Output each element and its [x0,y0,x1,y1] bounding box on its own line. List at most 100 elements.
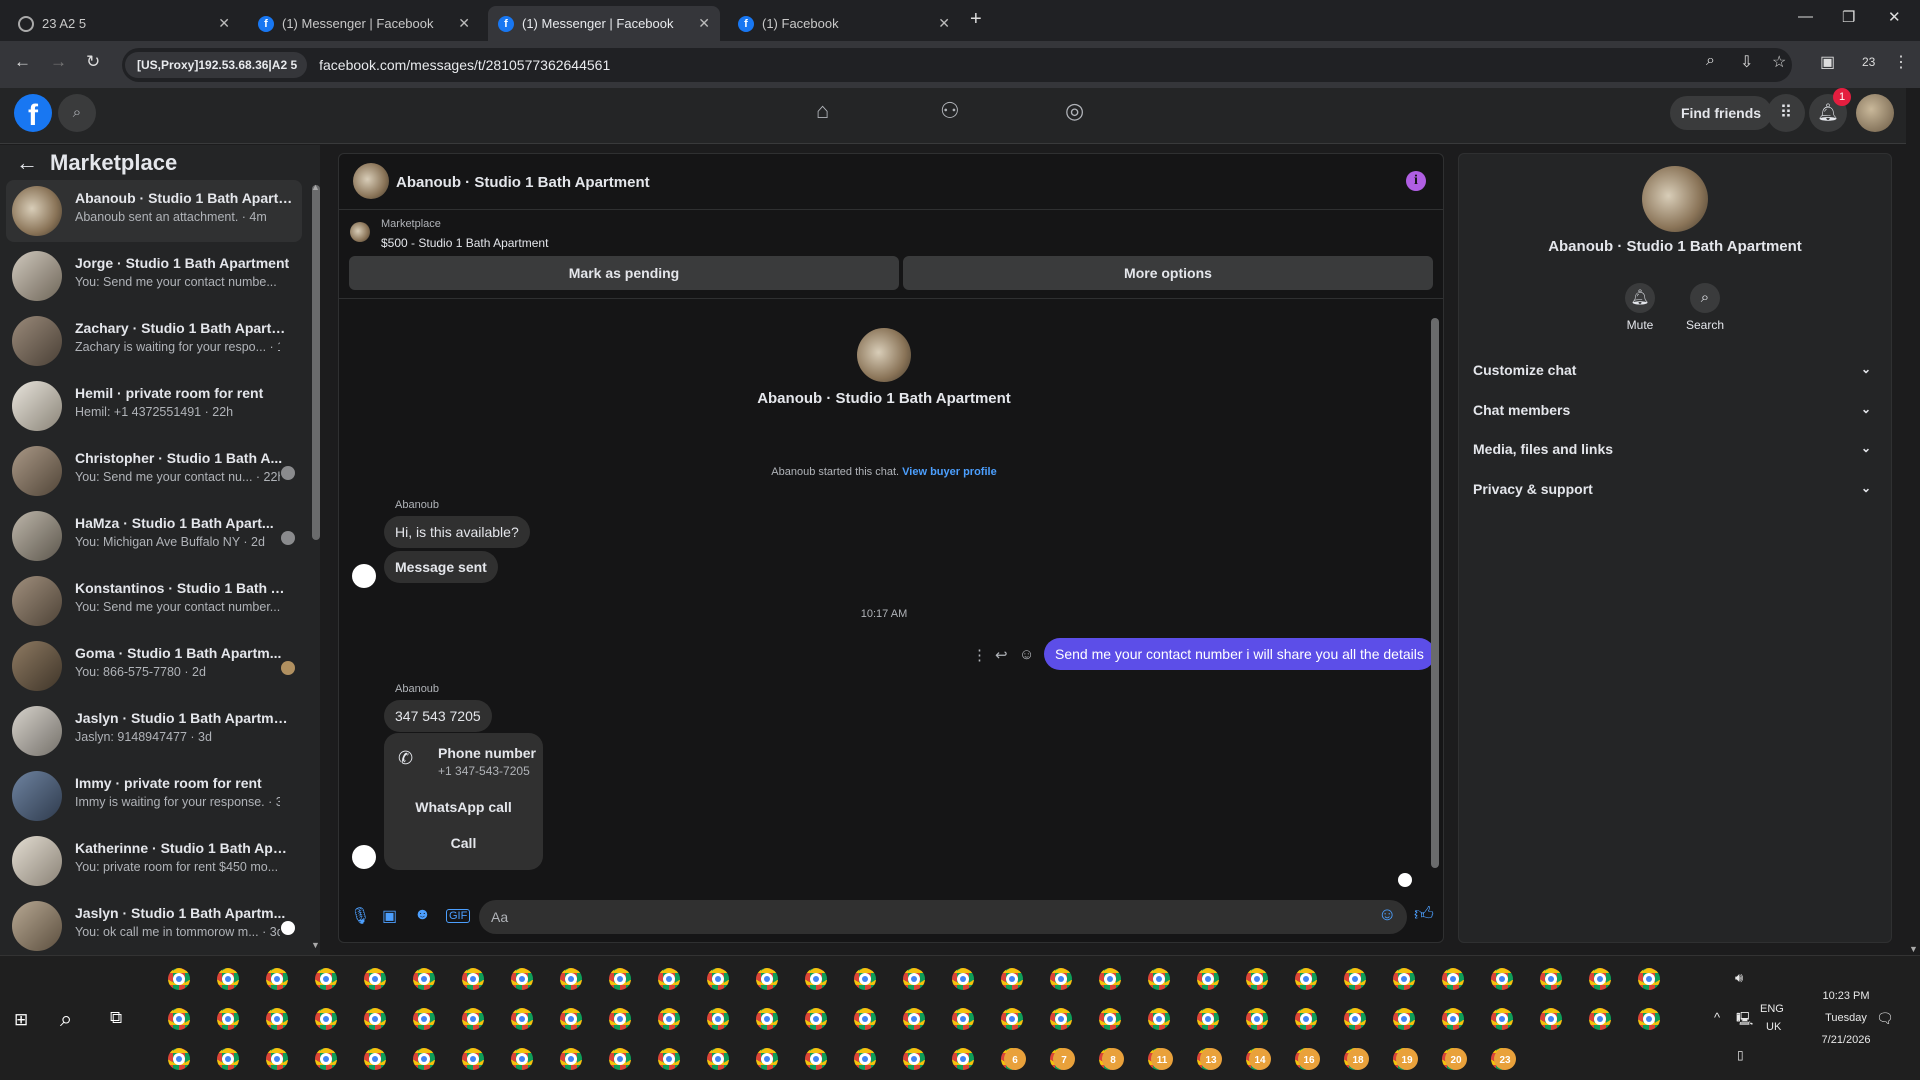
close-tab-icon[interactable]: ✕ [218,15,230,32]
chrome-app-icon[interactable] [266,1008,288,1030]
chrome-app-icon[interactable] [707,1048,729,1070]
network-icon[interactable]: 🖳︎ [1736,1010,1753,1032]
conversation-item[interactable]: Abanoub · Studio 1 Bath Apartm... Abanoub… [6,180,302,242]
task-view-icon[interactable]: ⧉ [110,1008,122,1028]
facebook-logo-icon[interactable]: f [14,94,52,132]
whatsapp-call-button[interactable]: WhatsApp call [384,799,543,815]
chrome-app-icon[interactable] [462,968,484,990]
chrome-app-icon[interactable] [266,968,288,990]
chrome-app-icon[interactable] [854,968,876,990]
install-icon[interactable]: ⇩ [1740,52,1753,72]
numbered-profile-icon[interactable]: 8 [1102,1048,1124,1070]
chrome-app-icon[interactable] [805,1008,827,1030]
reply-icon[interactable]: ↩ [995,646,1008,664]
language-region[interactable]: UK [1766,1021,1781,1033]
address-bar[interactable]: [US,Proxy]192.53.68.36|A2 5 facebook.com… [122,48,1792,82]
numbered-profile-icon[interactable]: 13 [1200,1048,1222,1070]
chrome-app-icon[interactable] [1393,1008,1415,1030]
conversation-item[interactable]: Katherinne · Studio 1 Bath Apart... You: … [6,830,302,892]
chrome-app-icon[interactable] [1050,968,1072,990]
new-tab-icon[interactable]: + [970,8,982,31]
conversation-item[interactable]: HaMza · Studio 1 Bath Apart... You: Michi… [6,505,302,567]
page-scroll-down-icon[interactable]: ▼ [1909,944,1918,954]
customize-chat-section[interactable]: Customize chat ⌄ [1473,362,1881,392]
chrome-app-icon[interactable] [511,1048,533,1070]
search-icon[interactable]: ⌕ [1690,283,1720,313]
numbered-profile-icon[interactable]: 14 [1249,1048,1271,1070]
menu-kebab-icon[interactable]: ⋮ [1893,52,1909,72]
chrome-app-icon[interactable] [1638,1008,1660,1030]
call-button[interactable]: Call [384,835,543,851]
chrome-app-icon[interactable] [1148,1008,1170,1030]
chrome-app-icon[interactable] [756,968,778,990]
avatar[interactable] [1642,166,1708,232]
conversation-item[interactable]: Christopher · Studio 1 Bath A... You: Sen… [6,440,302,502]
chrome-app-icon[interactable] [560,968,582,990]
chrome-app-icon[interactable] [756,1008,778,1030]
search-icon[interactable]: ⌕ [58,94,96,132]
chrome-app-icon[interactable] [217,1048,239,1070]
chrome-app-icon[interactable] [1589,1008,1611,1030]
chrome-app-icon[interactable] [1491,1008,1513,1030]
chrome-app-icon[interactable] [413,1048,435,1070]
chrome-app-icon[interactable] [168,1048,190,1070]
chrome-app-icon[interactable] [1099,968,1121,990]
minimize-icon[interactable]: — [1798,8,1813,25]
chrome-app-icon[interactable] [560,1048,582,1070]
conversation-item[interactable]: Zachary · Studio 1 Bath Apartme... Zachar… [6,310,302,372]
friends-icon[interactable]: ⚇ [940,98,960,124]
find-friends-button[interactable]: Find friends [1670,96,1772,130]
more-kebab-icon[interactable]: ⋮ [972,646,987,664]
chrome-app-icon[interactable] [1491,968,1513,990]
sidebar-scrollbar[interactable] [312,185,320,540]
bookmark-star-icon[interactable]: ☆ [1772,52,1786,72]
windows-start-icon[interactable]: ⊞ [14,1010,28,1030]
listing-thumbnail[interactable] [350,222,370,242]
conversation-item[interactable]: Goma · Studio 1 Bath Apartm... You: 866-5… [6,635,302,697]
avatar[interactable] [1856,94,1894,132]
conversation-item[interactable]: Jaslyn · Studio 1 Bath Apartm... You: ok … [6,895,302,957]
numbered-profile-icon[interactable]: 18 [1347,1048,1369,1070]
chrome-app-icon[interactable] [560,1008,582,1030]
chrome-app-icon[interactable] [952,968,974,990]
chrome-app-icon[interactable] [658,1048,680,1070]
chrome-app-icon[interactable] [903,1008,925,1030]
scroll-up-icon[interactable]: ▲ [311,182,320,192]
chrome-app-icon[interactable] [315,1008,337,1030]
numbered-profile-icon[interactable]: 7 [1053,1048,1075,1070]
listing-title[interactable]: $500 - Studio 1 Bath Apartment [381,236,548,250]
chrome-app-icon[interactable] [1197,968,1219,990]
chrome-app-icon[interactable] [1001,1008,1023,1030]
browser-tab-active[interactable]: f (1) Messenger | Facebook ✕ [488,6,720,41]
chrome-app-icon[interactable] [1540,968,1562,990]
scroll-down-icon[interactable]: ▼ [311,940,320,950]
photo-icon[interactable]: ▣ [382,906,397,926]
chrome-app-icon[interactable] [1295,1008,1317,1030]
chrome-app-icon[interactable] [462,1048,484,1070]
numbered-profile-icon[interactable]: 6 [1004,1048,1026,1070]
chrome-app-icon[interactable] [413,1008,435,1030]
message-bubble[interactable]: Message sent [384,551,498,583]
conversation-item[interactable]: Jaslyn · Studio 1 Bath Apartment Jaslyn: … [6,700,302,762]
my-message-bubble[interactable]: Send me your contact number i will share… [1044,638,1435,670]
avatar[interactable] [857,328,911,382]
chrome-app-icon[interactable] [462,1008,484,1030]
gif-icon[interactable]: GIF [446,909,471,923]
home-icon[interactable]: ⌂ [816,98,829,124]
zoom-icon[interactable]: ⌕ [1706,52,1715,70]
emoji-react-icon[interactable]: ☺ [1019,646,1034,663]
chrome-app-icon[interactable] [805,1048,827,1070]
chrome-app-icon[interactable] [805,968,827,990]
privacy-support-section[interactable]: Privacy & support ⌄ [1473,481,1881,511]
chat-members-section[interactable]: Chat members ⌄ [1473,402,1881,432]
chrome-app-icon[interactable] [1001,968,1023,990]
back-arrow-icon[interactable]: ← [16,150,38,176]
profile-badge[interactable]: 23 [1862,55,1875,69]
chrome-app-icon[interactable] [1442,968,1464,990]
conversation-item[interactable]: Immy · private room for rent Immy is wait… [6,765,302,827]
chrome-app-icon[interactable] [1393,968,1415,990]
chrome-app-icon[interactable] [854,1008,876,1030]
chrome-app-icon[interactable] [1540,1008,1562,1030]
chrome-app-icon[interactable] [1344,968,1366,990]
chrome-app-icon[interactable] [1050,1008,1072,1030]
